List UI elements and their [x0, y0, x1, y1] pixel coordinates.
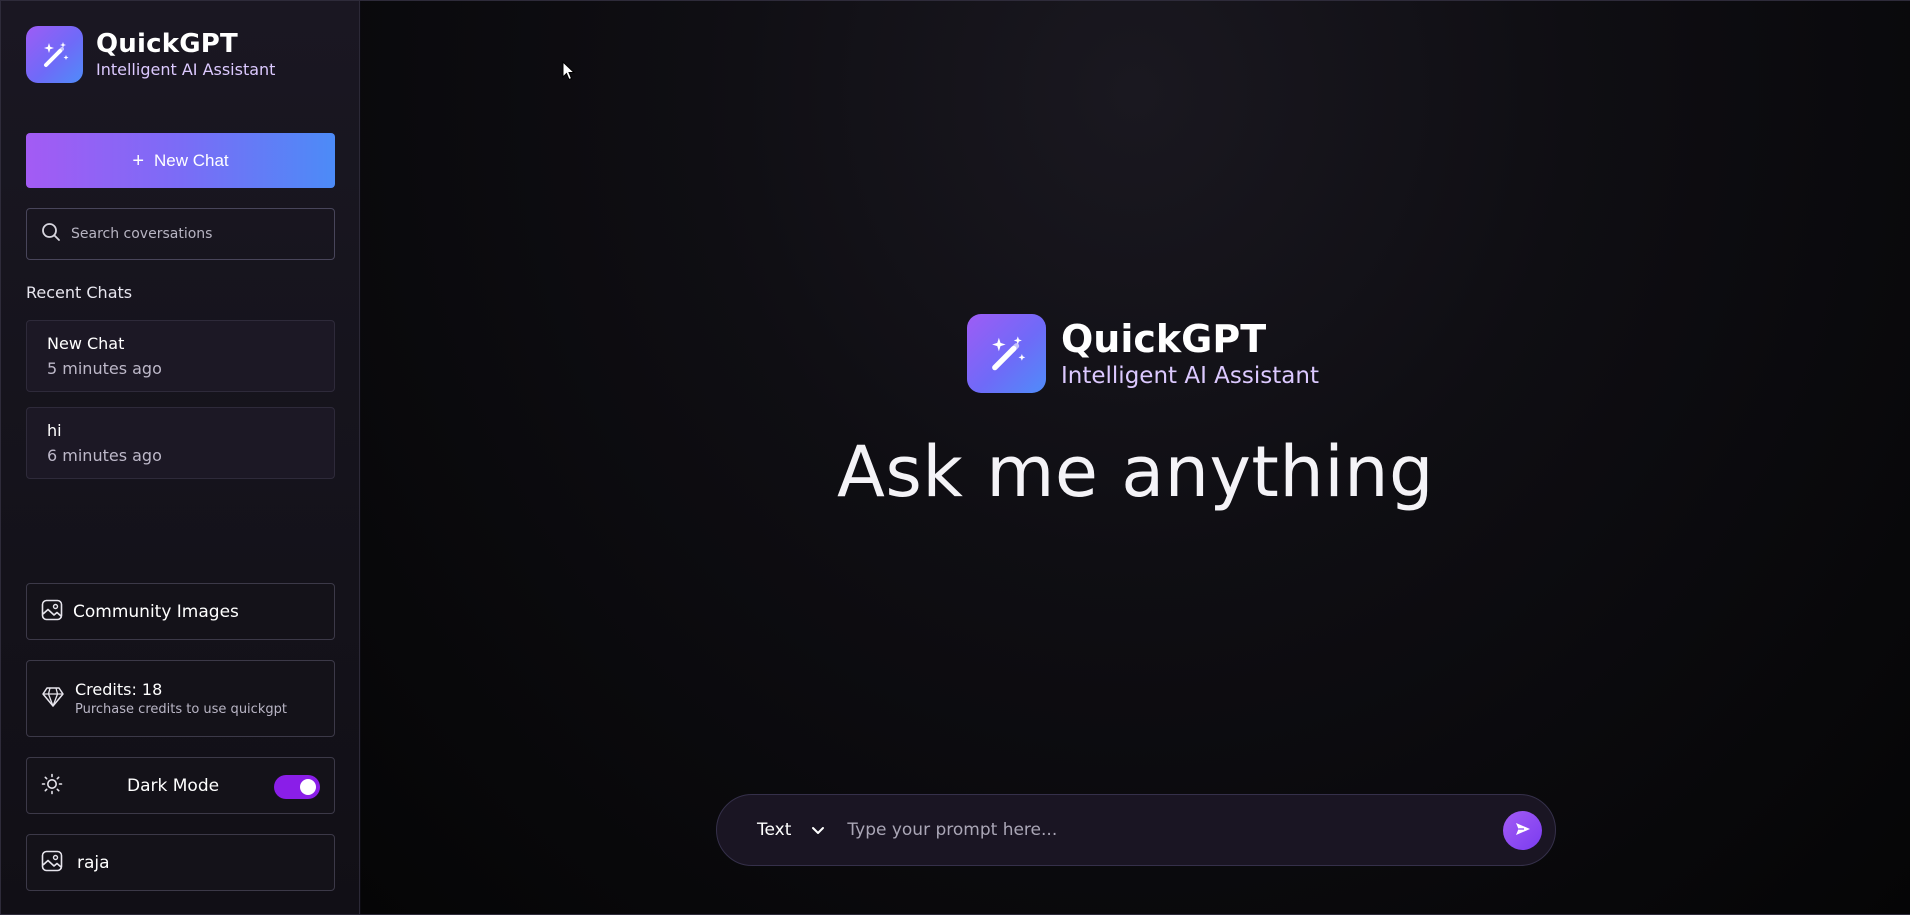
- mode-value: Text: [757, 820, 792, 840]
- dark-mode-toggle[interactable]: [274, 775, 320, 799]
- sidebar: QuickGPT Intelligent AI Assistant + New …: [1, 1, 360, 914]
- chat-title: hi: [47, 421, 62, 440]
- hero-title: QuickGPT: [1061, 316, 1267, 361]
- prompt-bar: Text: [716, 794, 1556, 866]
- plus-icon: +: [132, 149, 145, 172]
- community-images-button[interactable]: Community Images: [26, 583, 335, 640]
- credits-count: Credits: 18: [75, 680, 163, 699]
- mode-select[interactable]: Text: [757, 820, 825, 840]
- diamond-icon: [41, 685, 65, 713]
- sun-icon: [41, 773, 63, 799]
- dark-mode-row: Dark Mode: [26, 757, 335, 814]
- recent-chat-item[interactable]: New Chat 5 minutes ago: [26, 320, 335, 392]
- chevron-down-icon: [811, 821, 825, 840]
- hero-subtitle: Intelligent AI Assistant: [1061, 362, 1319, 389]
- send-icon: [1514, 820, 1532, 842]
- main-area: QuickGPT Intelligent AI Assistant Ask me…: [361, 1, 1910, 914]
- new-chat-label: New Chat: [154, 150, 229, 170]
- brand-subtitle: Intelligent AI Assistant: [96, 60, 276, 79]
- hero-brand: QuickGPT Intelligent AI Assistant: [967, 314, 1319, 393]
- image-icon: [41, 850, 63, 876]
- magic-wand-icon: [967, 314, 1046, 393]
- chat-title: New Chat: [47, 334, 125, 353]
- toggle-knob: [300, 779, 316, 795]
- sidebar-brand: QuickGPT Intelligent AI Assistant: [26, 26, 275, 83]
- brand-title: QuickGPT: [96, 29, 238, 59]
- search-box[interactable]: [26, 208, 335, 260]
- credits-hint: Purchase credits to use quickgpt: [75, 702, 287, 717]
- recent-chat-item[interactable]: hi 6 minutes ago: [26, 407, 335, 479]
- prompt-input[interactable]: [847, 820, 1468, 840]
- search-icon: [41, 222, 61, 246]
- image-icon: [41, 599, 63, 625]
- headline: Ask me anything: [837, 431, 1434, 513]
- user-profile[interactable]: raja: [26, 834, 335, 891]
- recent-chats-heading: Recent Chats: [26, 283, 133, 302]
- dark-mode-label: Dark Mode: [127, 775, 220, 796]
- user-name: raja: [77, 852, 110, 873]
- search-input[interactable]: [71, 226, 311, 242]
- credits-panel[interactable]: Credits: 18 Purchase credits to use quic…: [26, 660, 335, 737]
- chat-time: 5 minutes ago: [47, 359, 162, 378]
- chat-time: 6 minutes ago: [47, 446, 162, 465]
- send-button[interactable]: [1503, 811, 1542, 850]
- mouse-cursor-icon: [562, 60, 576, 85]
- new-chat-button[interactable]: + New Chat: [26, 133, 335, 188]
- app-window: QuickGPT Intelligent AI Assistant + New …: [0, 0, 1910, 915]
- magic-wand-icon: [26, 26, 83, 83]
- community-images-label: Community Images: [73, 601, 239, 622]
